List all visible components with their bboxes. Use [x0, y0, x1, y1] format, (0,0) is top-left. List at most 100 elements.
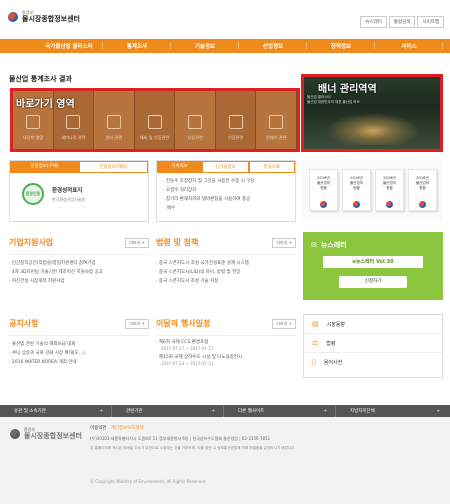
gavel-icon: ⚖	[312, 339, 319, 347]
newsletter-title: 뉴스레터	[320, 241, 347, 249]
banner-overlay-label: 배너 관리역역	[318, 84, 377, 95]
list-item[interactable]: · 쿠닉 상승과 국화 강화 시장 확대(도...)	[9, 349, 149, 358]
notice-panel: 공지사항 더보기 + · 물산업 관련 기술의 해외보급 대회 · 쿠닉 상승과…	[9, 314, 149, 378]
nav-item-statistics[interactable]: 통계조사	[103, 42, 171, 50]
list-item[interactable]: · 중국 스폰지도시 조성 기술 지침	[156, 277, 296, 286]
list-item[interactable]: · 참기리 환해처리와 템버판점을 사용하여 총공	[163, 195, 289, 204]
tech-news-panel: 지속회보 신기술정보 정규자료 · 진동수 조정장치 및 그것을 사용한 수중 …	[156, 160, 296, 222]
footer-copyright: © Copyright Ministry of Environment. All…	[90, 479, 207, 484]
tab-cert-overseas[interactable]: 인증정보(해외)	[78, 161, 148, 173]
event-date: 2017-07-27 ~ 2017-07-27	[161, 346, 214, 351]
plus-icon: +	[323, 408, 327, 414]
nav-item-tech[interactable]: 기술정보	[171, 42, 239, 50]
tab-bulletin[interactable]: 지속회보	[157, 161, 203, 173]
list-item-continuation: 배수	[167, 206, 176, 211]
quick-link-item[interactable]: 해외 및 인증관련	[134, 91, 176, 149]
footer-address: (우)30103 세종특별자치시 도움6로 11 정부세종청사 6동 | 한국상…	[90, 436, 271, 441]
newsletter-button[interactable]: 뉴스레터	[360, 16, 387, 28]
publication-book[interactable]: 2016년 물산업의 현황	[408, 169, 437, 211]
site-logo[interactable]: 환경부 물시장종합정보센터	[8, 10, 80, 23]
award-icon	[228, 115, 243, 129]
nav-item-policy[interactable]: 정책정보	[307, 42, 375, 50]
list-item[interactable]: · 물산업 관련 기술의 해외보급 대회	[9, 340, 149, 349]
ministry-emblem-icon	[353, 201, 360, 208]
list-item[interactable]: · 4차 3D프린팅 기술기반 제조혁신 지원사업 공고	[9, 268, 149, 277]
newsletter-issue[interactable]: e뉴스레터 Vol.30	[323, 256, 423, 268]
events-more-button[interactable]: 더보기 +	[272, 318, 296, 329]
globe-icon	[147, 115, 162, 129]
banner-caption-line: 물산업 대한민국의 대표 물산업 허브	[307, 100, 360, 104]
list-item[interactable]: · 오염수 처리장치	[163, 186, 289, 195]
person-icon	[106, 115, 121, 129]
list-item[interactable]: · 진동수 조정장치 및 그것을 사용한 수중 식 구당	[163, 177, 289, 186]
list-item[interactable]: · 혁신건설 시장개척 지원사업	[9, 277, 149, 286]
envelope-icon: ✉	[311, 241, 317, 249]
link-market-trend[interactable]: ▤ 시장동향	[304, 315, 442, 334]
nav-item-service[interactable]: 서비스	[375, 42, 443, 50]
footer-select-related[interactable]: 관련기관 +	[112, 405, 224, 417]
event-item[interactable]: · 제15회 국제 상하수도 시설 및 나노융합전시	[156, 354, 296, 361]
tab-regular-data[interactable]: 정규자료	[248, 161, 296, 173]
plus-icon: +	[99, 408, 103, 414]
policy-title: 법령 및 정책	[156, 238, 199, 247]
footer-select-local[interactable]: 지방자치단체 +	[336, 405, 448, 417]
folder-icon	[188, 115, 203, 129]
ministry-emblem-icon	[8, 11, 18, 22]
policy-more-button[interactable]: 더보기 +	[272, 237, 296, 248]
terms-link[interactable]: 이용약관	[90, 425, 107, 431]
event-date: 2017-07-24 ~ 2017-07-31	[161, 361, 214, 366]
document-icon	[269, 115, 284, 129]
list-item[interactable]: · 중국 스폰지도시 조성 국가건설표준 설계 시스템	[156, 259, 296, 268]
footer: 환경부 물시장종합정보센터 이용약관 개인정보보호정책 (우)30103 세종특…	[0, 417, 450, 504]
plus-icon: +	[211, 408, 215, 414]
list-item[interactable]: · 중국 스폰지도시(LID)의 하이, 방법 및 전망	[156, 268, 296, 277]
footer-link-bar: 유관 및 소속기관 + 관련기관 + 다른 웹사이트 + 지방자치단체 +	[0, 405, 450, 417]
ministry-emblem-icon	[386, 201, 393, 208]
plus-icon: +	[436, 408, 440, 414]
list-item[interactable]: · 인간창작공간(작업실)창업지원센터 참여기업	[9, 259, 149, 268]
tab-cert-domestic[interactable]: 인증정보(주체)	[10, 161, 79, 173]
ministry-emblem-icon	[320, 201, 327, 208]
nav-item-cluster[interactable]: 국가물산업 클러스터	[35, 42, 103, 50]
top-utility-buttons: 뉴스레터 통합검색 사이트맵	[360, 16, 444, 28]
publication-book[interactable]: 2016년 물산업의 현황	[309, 169, 338, 211]
list-item[interactable]: · 2016 WATER KOREA 개최 안내	[9, 358, 149, 367]
footer-select-affiliates[interactable]: 유관 및 소속기관 +	[0, 405, 112, 417]
privacy-link[interactable]: 개인정보보호정책	[111, 425, 144, 431]
quick-info-links: ▤ 시장동향 ⚖ 법령 ▯ 용어사전	[303, 314, 443, 378]
quick-link-item[interactable]: 인터 관련	[94, 91, 135, 149]
notice-title: 공지사항	[9, 319, 39, 328]
link-law[interactable]: ⚖ 법령	[304, 334, 442, 353]
footer-notice: 본 홈페이지에 게시된 이메일 주소가 무단으로 수집되는 것을 거부하며, 이…	[90, 446, 296, 450]
quick-link-item[interactable]: 전체이 관련	[256, 91, 298, 149]
events-panel: 이달의 행사일정 더보기 + · 제6차 국제 CCS 환경포럼 2017-07…	[156, 314, 296, 378]
quick-link-item[interactable]: 인증관련	[215, 91, 257, 149]
cert-tabs: 인증정보(주체) 인증정보(해외)	[10, 161, 148, 173]
newsletter-subscribe-button[interactable]: 신청하기	[339, 276, 407, 288]
publication-book[interactable]: 2016년 물산업의 현황	[342, 169, 371, 211]
ministry-emblem-icon	[419, 201, 426, 208]
newsletter-panel: ✉ 뉴스레터 e뉴스레터 Vol.30 신청하기	[303, 232, 443, 300]
event-item[interactable]: · 제6차 국제 CCS 환경포럼	[156, 339, 296, 346]
publication-book[interactable]: 2016년 물산업의 현황	[375, 169, 404, 211]
nav-item-industry[interactable]: 산업정보	[239, 42, 307, 50]
quick-links-overlay-label: 바로가기 영역	[16, 99, 75, 110]
footer-select-websites[interactable]: 다른 웹사이트 +	[224, 405, 336, 417]
news-tabs: 지속회보 신기술정보 정규자료	[157, 161, 296, 173]
eco-label-icon: 환경인증	[22, 183, 44, 205]
cert-subtitle: 한국환경산업기술원	[52, 196, 86, 202]
policy-panel: 법령 및 정책 더보기 + · 중국 스폰지도시 조성 국가건설표준 설계 시스…	[156, 232, 296, 300]
support-more-button[interactable]: 더보기 +	[125, 237, 149, 248]
notice-more-button[interactable]: 더보기 +	[125, 318, 149, 329]
cert-title[interactable]: 환경성적표지	[52, 186, 85, 194]
support-title: 기업지원사업	[9, 238, 54, 247]
search-button[interactable]: 통합검색	[388, 16, 416, 28]
ministry-emblem-icon	[10, 428, 20, 439]
tab-new-tech[interactable]: 신기술정보	[202, 161, 249, 173]
sitemap-button[interactable]: 사이트맵	[417, 16, 444, 28]
events-title: 이달의 행사일정	[156, 319, 211, 328]
quick-link-item[interactable]: 상장관련	[175, 91, 216, 149]
footer-links: 이용약관 개인정보보호정책	[90, 425, 144, 431]
header: 환경부 물시장종합정보센터 뉴스레터 통합검색 사이트맵	[0, 0, 450, 36]
link-glossary[interactable]: ▯ 용어사전	[304, 353, 442, 371]
